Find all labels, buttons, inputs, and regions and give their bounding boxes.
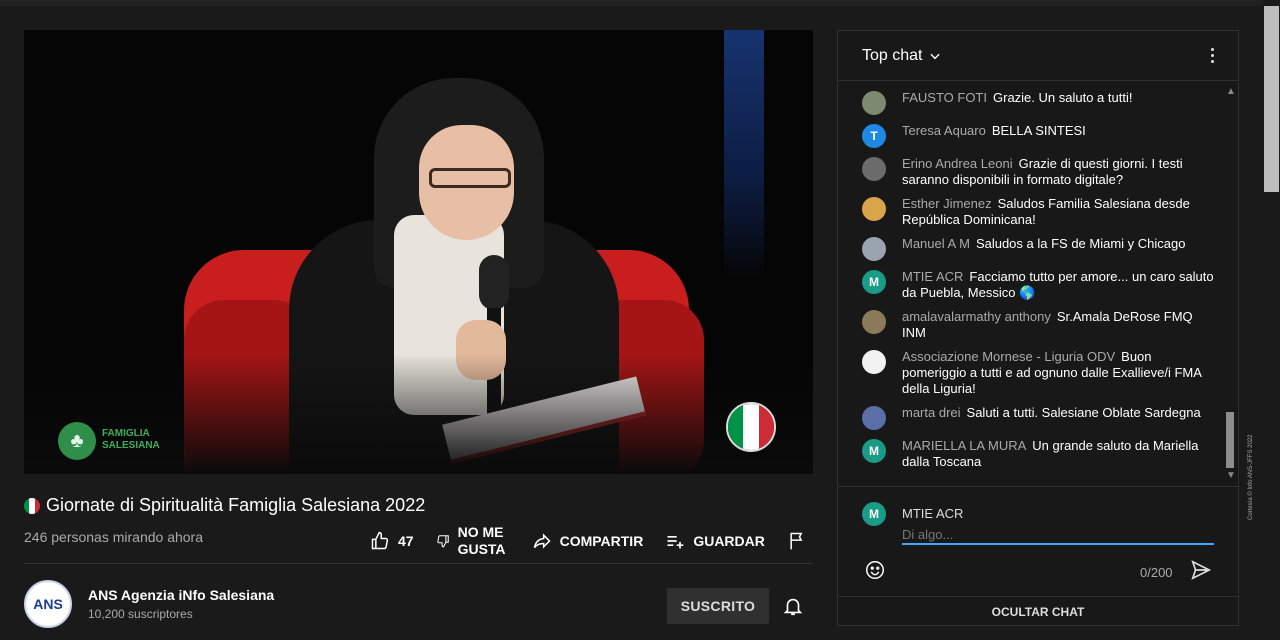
thumbs-up-icon — [371, 531, 389, 550]
video-player[interactable]: ♣ FAMIGLIA SALESIANA — [24, 30, 813, 474]
chat-message[interactable]: marta drei Saluti a tutti. Salesiane Obla… — [862, 405, 1214, 430]
playlist-add-icon — [667, 536, 684, 549]
channel-name[interactable]: ANS Agenzia iNfo Salesiana — [88, 587, 274, 603]
chat-text: Grazie. Un saluto a tutti! — [993, 90, 1133, 105]
chat-avatar[interactable] — [862, 237, 886, 261]
composer-username: MTIE ACR — [902, 506, 964, 521]
dislike-button[interactable]: NO ME GUSTA — [436, 524, 510, 558]
chat-avatar[interactable] — [862, 310, 886, 334]
scroll-down-icon[interactable]: ▼ — [1226, 470, 1236, 481]
tree-icon: ♣ — [58, 422, 96, 460]
flag-icon — [790, 532, 803, 550]
subscriber-count: 10,200 suscriptores — [88, 607, 193, 621]
chat-message[interactable]: M MARIELLA LA MURA Un grande saluto da Mar… — [862, 438, 1214, 470]
composer-avatar: M — [862, 502, 886, 526]
chat-mode-dropdown[interactable]: Top chat — [862, 47, 942, 65]
chat-message[interactable]: Associazione Mornese - Liguria ODV Buon p… — [862, 349, 1214, 397]
share-button[interactable]: COMPARTIR — [532, 531, 643, 551]
chat-header: Top chat — [838, 31, 1238, 81]
microphone — [479, 255, 509, 310]
chat-input[interactable] — [902, 525, 1214, 545]
thumbs-down-icon — [436, 535, 449, 548]
save-button[interactable]: GUARDAR — [665, 531, 765, 551]
like-button[interactable]: 47 — [370, 531, 414, 551]
scroll-up-icon[interactable]: ▲ — [1226, 86, 1236, 97]
top-bar — [0, 0, 1280, 6]
send-icon[interactable] — [1190, 559, 1212, 581]
char-counter: 0/200 — [1140, 565, 1173, 580]
hide-chat-button[interactable]: OCULTAR CHAT — [838, 596, 1238, 626]
chat-composer: M MTIE ACR 0/200 — [838, 486, 1238, 596]
chat-author[interactable]: Associazione Mornese - Liguria ODV — [902, 349, 1115, 364]
channel-avatar[interactable]: ANS — [24, 580, 72, 628]
chevron-down-icon — [930, 53, 941, 59]
video-watermark: FAMIGLIA SALESIANA — [102, 428, 160, 451]
chat-message[interactable]: Erino Andrea Leoni Grazie di questi giorn… — [862, 156, 1214, 188]
chat-author[interactable]: Manuel A M — [902, 236, 970, 251]
chat-avatar[interactable] — [862, 157, 886, 181]
chat-scrollbar[interactable]: ▲ ▼ — [1222, 82, 1238, 486]
chat-author[interactable]: amalavalarmathy anthony — [902, 309, 1051, 324]
chat-avatar[interactable]: M — [862, 270, 886, 294]
chat-message[interactable]: Manuel A M Saludos a la FS de Miami y Chi… — [862, 236, 1214, 261]
chat-messages: FAUSTO FOTI Grazie. Un saluto a tutti! T Te… — [838, 82, 1238, 486]
italy-flag-icon — [24, 497, 40, 514]
italy-flag-icon — [726, 402, 776, 452]
chat-author[interactable]: Erino Andrea Leoni — [902, 156, 1013, 171]
chat-author[interactable]: MARIELLA LA MURA — [902, 438, 1026, 453]
chat-avatar[interactable] — [862, 91, 886, 115]
chat-avatar[interactable] — [862, 197, 886, 221]
bell-icon[interactable] — [782, 595, 804, 617]
chat-message[interactable]: Esther Jimenez Saludos Familia Salesiana … — [862, 196, 1214, 228]
chat-avatar[interactable]: T — [862, 124, 886, 148]
emoji-icon[interactable] — [864, 559, 886, 581]
channel-info: ANS ANS Agenzia iNfo Salesiana 10,200 su… — [24, 580, 274, 628]
chat-avatar[interactable]: M — [862, 439, 886, 463]
viewer-count: 246 personas mirando ahora — [24, 529, 204, 545]
subscribed-button[interactable]: SUSCRITO — [667, 588, 769, 624]
chat-author[interactable]: FAUSTO FOTI — [902, 90, 987, 105]
chat-avatar[interactable] — [862, 406, 886, 430]
live-chat-panel: Top chat FAUSTO FOTI Grazie. Un saluto a … — [837, 30, 1239, 626]
chat-text: Saluti a tutti. Salesiane Oblate Sardegn… — [966, 405, 1201, 420]
page-scroll-thumb[interactable] — [1264, 6, 1279, 192]
chat-author[interactable]: Teresa Aquaro — [902, 123, 986, 138]
video-actions: 47 NO ME GUSTA COMPARTIR GUARDAR — [370, 524, 807, 558]
chat-author[interactable]: marta drei — [902, 405, 961, 420]
chat-text: BELLA SINTESI — [991, 123, 1086, 138]
share-icon — [533, 533, 551, 549]
chat-message[interactable]: amalavalarmathy anthony Sr.Amala DeRose F… — [862, 309, 1214, 341]
report-button[interactable] — [787, 531, 807, 551]
chat-author[interactable]: MTIE ACR — [902, 269, 963, 284]
scroll-thumb[interactable] — [1226, 412, 1234, 468]
chat-author[interactable]: Esther Jimenez — [902, 196, 992, 211]
more-options-icon[interactable] — [1202, 46, 1222, 66]
credit-text: Cortesía © Info ANS-JFFS 2022 — [1248, 434, 1254, 520]
video-title: Giornate di Spiritualità Famiglia Salesi… — [24, 495, 425, 516]
chat-message[interactable]: M MTIE ACR Facciamo tutto per amore... un … — [862, 269, 1214, 301]
chat-avatar[interactable] — [862, 350, 886, 374]
chat-text: Saludos a la FS de Miami y Chicago — [975, 236, 1186, 251]
chat-message[interactable]: T Teresa Aquaro BELLA SINTESI — [862, 123, 1214, 148]
chat-message[interactable]: FAUSTO FOTI Grazie. Un saluto a tutti! — [862, 90, 1214, 115]
